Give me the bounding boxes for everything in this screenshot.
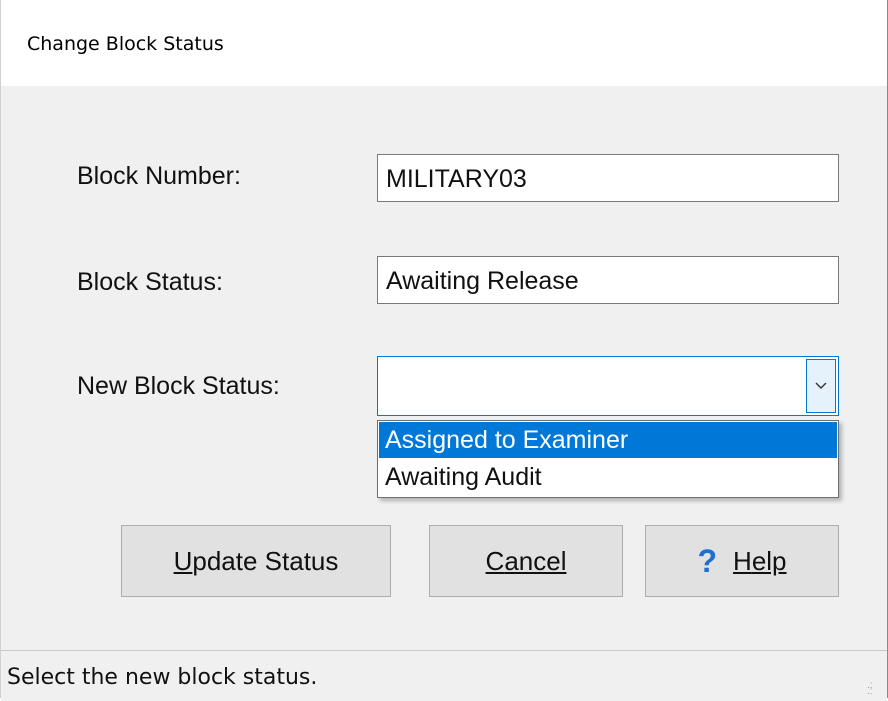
new-block-status-dropdown-list: Assigned to Examiner Awaiting Audit: [377, 420, 839, 498]
block-number-value: MILITARY03: [386, 165, 527, 193]
resize-grip-icon[interactable]: .:.:: [867, 681, 879, 697]
cancel-mnemonic: C: [485, 545, 505, 576]
help-icon: ?: [697, 542, 718, 579]
update-label-rest: pdate Status: [192, 545, 339, 576]
cancel-label-rest: ancel: [504, 545, 567, 576]
change-block-status-dialog: Change Block Status Block Number: MILITA…: [0, 0, 888, 701]
help-button[interactable]: ? Help: [645, 525, 839, 597]
block-status-field[interactable]: Awaiting Release: [377, 256, 839, 304]
block-number-field[interactable]: MILITARY03: [377, 154, 839, 202]
status-text: Select the new block status.: [7, 665, 318, 690]
dialog-title: Change Block Status: [27, 33, 224, 55]
block-status-label: Block Status:: [77, 268, 223, 296]
update-status-button[interactable]: Update Status: [121, 525, 391, 597]
help-mnemonic: H: [733, 545, 752, 576]
status-bar: Select the new block status. .:.:: [1, 650, 887, 701]
dropdown-button[interactable]: [806, 359, 836, 413]
title-bar: Change Block Status: [1, 0, 887, 86]
option-assigned-to-examiner[interactable]: Assigned to Examiner: [379, 422, 837, 458]
update-mnemonic: U: [173, 545, 193, 576]
help-label-rest: elp: [751, 545, 787, 576]
new-block-status-label: New Block Status:: [77, 372, 280, 400]
block-number-label: Block Number:: [77, 162, 241, 190]
new-block-status-combo[interactable]: [377, 356, 839, 416]
cancel-button[interactable]: Cancel: [429, 525, 623, 597]
chevron-down-icon: [815, 382, 827, 389]
option-awaiting-audit[interactable]: Awaiting Audit: [379, 459, 837, 495]
block-status-value: Awaiting Release: [386, 267, 579, 295]
